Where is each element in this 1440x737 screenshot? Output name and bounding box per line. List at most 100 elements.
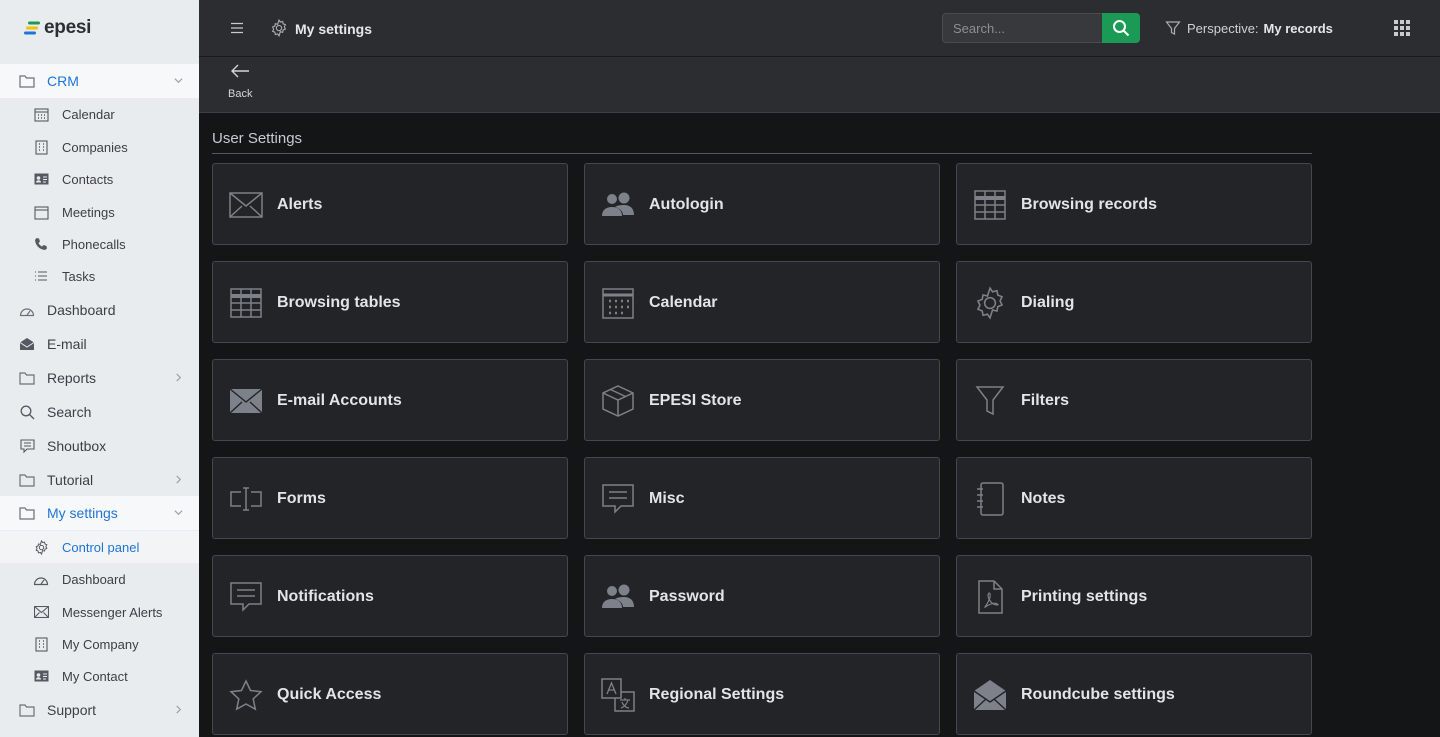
tile-quick-access[interactable]: Quick Access — [212, 653, 568, 735]
sidebar-item-label: My Company — [62, 636, 139, 652]
tile-label: Regional Settings — [649, 686, 785, 703]
tile-notifications[interactable]: Notifications — [212, 555, 568, 637]
gear-icon — [271, 19, 287, 37]
tile-label: E-mail Accounts — [277, 392, 402, 409]
sidebar-item-my-company[interactable]: My Company — [0, 628, 199, 660]
sidebar-item-tutorial[interactable]: Tutorial — [0, 463, 199, 497]
sidebar-item-label: Tasks — [62, 268, 96, 284]
chevron-down-icon — [174, 78, 183, 84]
page-title: My settings — [295, 21, 373, 37]
action-bar: Back — [199, 56, 1440, 113]
sidebar-item-label: Calendar — [62, 106, 115, 122]
tile-epesi-store[interactable]: EPESI Store — [584, 359, 940, 441]
sidebar-item-companies[interactable]: Companies — [0, 131, 199, 163]
folder-icon — [19, 505, 35, 521]
tile-label: Notifications — [277, 588, 374, 605]
sidebar-item-crm[interactable]: CRM — [0, 64, 199, 98]
tile-forms[interactable]: Forms — [212, 457, 568, 539]
language-icon — [601, 678, 635, 712]
tile-autologin[interactable]: Autologin — [584, 163, 940, 245]
tile-label: Forms — [277, 490, 326, 507]
tile-regional-settings[interactable]: Regional Settings — [584, 653, 940, 735]
star-icon — [229, 678, 263, 712]
app-logo[interactable]: epesi — [24, 17, 91, 39]
sidebar-item-tasks[interactable]: Tasks — [0, 260, 199, 292]
sidebar-item-shoutbox[interactable]: Shoutbox — [0, 429, 199, 463]
envelope-open-icon — [19, 336, 35, 352]
sidebar-item-calendar[interactable]: Calendar — [0, 98, 199, 130]
phone-icon — [33, 236, 49, 252]
perspective-value: My records — [1263, 20, 1333, 36]
search-button[interactable] — [1102, 13, 1140, 43]
tile-roundcube-settings[interactable]: Roundcube settings — [956, 653, 1312, 735]
tile-password[interactable]: Password — [584, 555, 940, 637]
table-icon — [973, 188, 1007, 222]
filter-icon — [973, 384, 1007, 418]
back-button[interactable]: Back — [228, 63, 252, 100]
folder-icon — [19, 472, 35, 488]
sidebar-item-label: Reports — [47, 370, 97, 386]
envelope-icon — [33, 604, 49, 620]
tile-label: EPESI Store — [649, 392, 742, 409]
tile-email-accounts[interactable]: E-mail Accounts — [212, 359, 568, 441]
tile-label: Misc — [649, 490, 685, 507]
arrow-left-icon — [231, 64, 249, 78]
sidebar-item-dashboard[interactable]: Dashboard — [0, 293, 199, 327]
envelope-icon — [229, 188, 263, 222]
sidebar-item-label: Search — [47, 404, 92, 420]
sidebar-item-label: Dashboard — [47, 302, 116, 318]
comment-icon — [229, 580, 263, 614]
sidebar-item-contacts[interactable]: Contacts — [0, 163, 199, 195]
tile-label: Quick Access — [277, 686, 382, 703]
sidebar-item-reports[interactable]: Reports — [0, 361, 199, 395]
tile-label: Calendar — [649, 294, 718, 311]
tile-dialing[interactable]: Dialing — [956, 261, 1312, 343]
users-icon — [601, 580, 635, 614]
tile-misc[interactable]: Misc — [584, 457, 940, 539]
tile-label: Dialing — [1021, 294, 1075, 311]
search-icon — [1113, 20, 1130, 37]
users-icon — [601, 188, 635, 222]
sidebar-item-my-contact[interactable]: My Contact — [0, 660, 199, 692]
tile-label: Filters — [1021, 392, 1070, 409]
tile-calendar[interactable]: Calendar — [584, 261, 940, 343]
tile-label: Roundcube settings — [1021, 686, 1175, 703]
tile-notes[interactable]: Notes — [956, 457, 1312, 539]
search-input[interactable] — [942, 13, 1104, 43]
sidebar: epesi CRM Calendar Companies Contacts Me… — [0, 0, 199, 737]
sidebar-item-search[interactable]: Search — [0, 395, 199, 429]
tile-alerts[interactable]: Alerts — [212, 163, 568, 245]
tile-browsing-records[interactable]: Browsing records — [956, 163, 1312, 245]
sidebar-item-label: Dashboard — [62, 571, 126, 587]
sidebar-item-phonecalls[interactable]: Phonecalls — [0, 228, 199, 260]
id-card-icon — [33, 668, 49, 684]
dashboard-icon — [33, 571, 49, 587]
sidebar-item-control-panel[interactable]: Control panel — [0, 531, 199, 563]
sidebar-item-meetings[interactable]: Meetings — [0, 196, 199, 228]
section-divider — [212, 153, 1312, 154]
tile-label: Password — [649, 588, 725, 605]
calendar-icon — [33, 106, 49, 122]
table-icon — [229, 286, 263, 320]
sidebar-item-dashboard-settings[interactable]: Dashboard — [0, 563, 199, 595]
sidebar-item-support[interactable]: Support — [0, 693, 199, 727]
sidebar-item-my-settings[interactable]: My settings — [0, 496, 199, 530]
sidebar-item-label: Phonecalls — [62, 236, 126, 252]
hamburger-menu-icon[interactable] — [229, 20, 245, 36]
chevron-down-icon — [174, 510, 183, 516]
sidebar-item-label: E-mail — [47, 336, 87, 352]
tile-label: Alerts — [277, 196, 323, 213]
box-icon — [601, 384, 635, 418]
sidebar-item-label: Shoutbox — [47, 438, 107, 454]
id-card-icon — [33, 171, 49, 187]
chevron-right-icon — [176, 705, 182, 714]
text-cursor-icon — [229, 482, 263, 516]
tile-filters[interactable]: Filters — [956, 359, 1312, 441]
apps-grid-icon[interactable] — [1394, 20, 1410, 36]
tile-printing-settings[interactable]: Printing settings — [956, 555, 1312, 637]
sidebar-item-label: Tutorial — [47, 472, 94, 488]
sidebar-item-messenger-alerts[interactable]: Messenger Alerts — [0, 596, 199, 628]
sidebar-item-email[interactable]: E-mail — [0, 327, 199, 361]
perspective-selector[interactable]: Perspective: My records — [1165, 20, 1333, 36]
tile-browsing-tables[interactable]: Browsing tables — [212, 261, 568, 343]
